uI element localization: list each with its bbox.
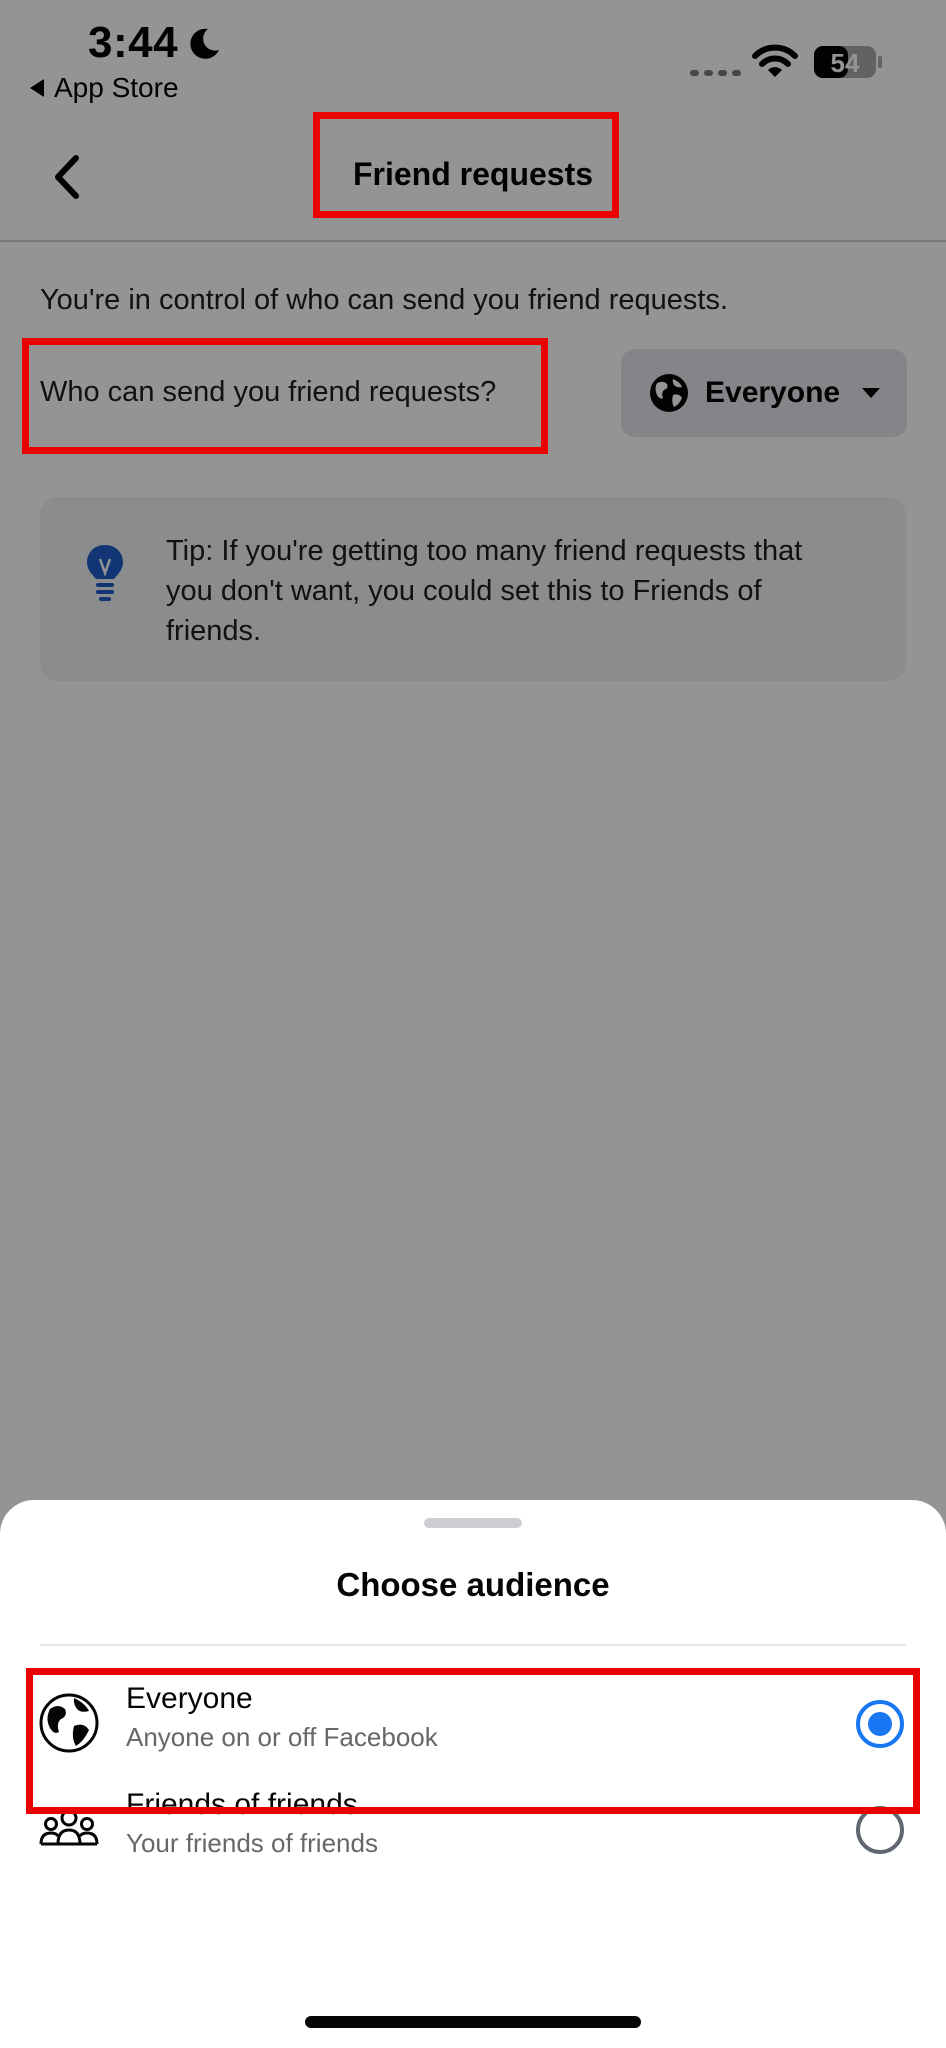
sheet-title: Choose audience bbox=[336, 1566, 610, 1603]
sheet-divider bbox=[40, 1644, 906, 1646]
option-subtitle: Your friends of friends bbox=[126, 1828, 378, 1858]
highlight-option-everyone bbox=[26, 1668, 920, 1814]
highlight-page-title bbox=[313, 112, 619, 218]
home-indicator bbox=[305, 2016, 641, 2028]
sheet-grabber[interactable] bbox=[424, 1518, 522, 1528]
highlight-question bbox=[22, 338, 548, 454]
app-root: 3:44 App Store 54 Friend requests You're… bbox=[0, 0, 946, 2048]
